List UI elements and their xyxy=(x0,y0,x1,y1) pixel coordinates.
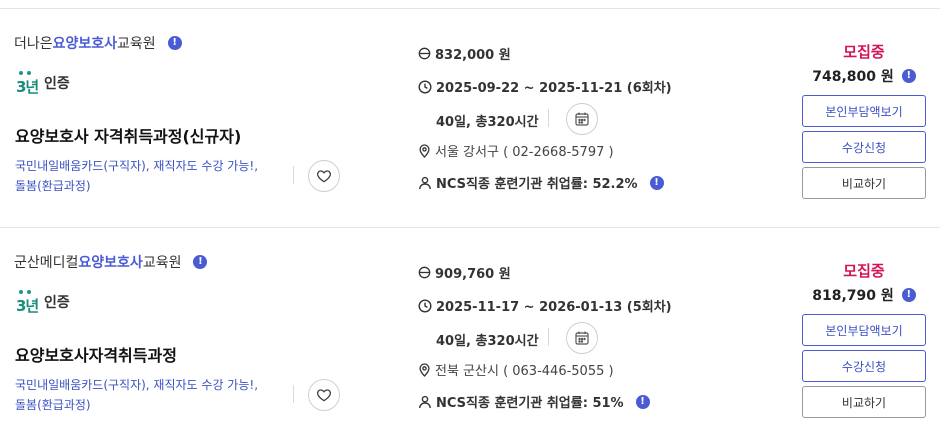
course-address: 서울 강서구 ( 02-2668-5797 ) xyxy=(418,141,614,160)
info-icon[interactable]: ! xyxy=(635,394,650,409)
separator xyxy=(548,109,549,127)
certification-icon: 3년 xyxy=(16,290,40,315)
heart-icon xyxy=(317,389,331,402)
course-tags: 국민내일배움카드(구직자), 재직자도 수강 가능!, 돌봄(환급과정) xyxy=(15,159,259,193)
course-period: 2025-11-17 ~ 2026-01-13 (5회차) xyxy=(418,296,672,315)
info-icon[interactable]: ! xyxy=(901,69,916,83)
course-period: 2025-09-22 ~ 2025-11-21 (6회차) xyxy=(418,77,672,96)
info-icon[interactable]: ! xyxy=(193,255,208,269)
status-badge: 모집중 xyxy=(843,262,885,280)
info-icon[interactable]: ! xyxy=(901,288,916,302)
separator xyxy=(293,166,294,184)
heart-icon xyxy=(317,170,331,183)
location-pin-icon xyxy=(419,362,430,377)
compare-button[interactable]: 비교하기 xyxy=(802,386,926,418)
wishlist-button[interactable] xyxy=(308,379,340,411)
course-card: 더나은 요양보호사 교육원 ! 3년 인증 요양보호사 자격취득과정(신규자) 국민… xyxy=(0,9,940,227)
info-icon[interactable]: ! xyxy=(649,175,664,190)
calendar-icon xyxy=(575,331,589,345)
apply-button[interactable]: 수강신청 xyxy=(802,350,926,382)
employment-rate: NCS직종 훈련기관 취업률: 51% ! xyxy=(418,392,650,411)
coin-icon xyxy=(418,47,431,60)
course-title[interactable]: 요양보호사 자격취득과정(신규자) xyxy=(15,123,241,147)
copay-button[interactable]: 본인부담액보기 xyxy=(802,314,926,346)
compare-button[interactable]: 비교하기 xyxy=(802,167,926,199)
clock-icon xyxy=(418,298,432,313)
course-hours: 40일, 총320시간 xyxy=(436,115,539,130)
calendar-button[interactable] xyxy=(566,322,598,354)
certification-badge: 3년 인증 xyxy=(16,71,70,96)
coin-icon xyxy=(418,266,431,279)
course-price: 832,000 원 xyxy=(418,44,511,63)
separator xyxy=(293,385,294,403)
calendar-icon xyxy=(575,112,589,126)
certification-badge: 3년 인증 xyxy=(16,290,70,315)
institution-name[interactable]: 군산메디컬 요양보호사 교육원 ! xyxy=(14,252,208,272)
person-icon xyxy=(419,395,431,408)
person-icon xyxy=(419,176,431,189)
employment-rate: NCS직종 훈련기관 취업률: 52.2% ! xyxy=(418,173,664,192)
wishlist-button[interactable] xyxy=(308,160,340,192)
discount-price: 748,800 원 ! xyxy=(802,66,926,86)
course-card: 군산메디컬 요양보호사 교육원 ! 3년 인증 요양보호사자격취득과정 국민내일배움… xyxy=(0,228,940,446)
status-badge: 모집중 xyxy=(843,43,885,61)
institution-name[interactable]: 더나은 요양보호사 교육원 ! xyxy=(14,33,182,53)
discount-price: 818,790 원 ! xyxy=(802,285,926,305)
course-title[interactable]: 요양보호사자격취득과정 xyxy=(15,342,177,366)
calendar-button[interactable] xyxy=(566,103,598,135)
copay-button[interactable]: 본인부담액보기 xyxy=(802,95,926,127)
course-tags: 국민내일배움카드(구직자), 재직자도 수강 가능!, 돌봄(환급과정) xyxy=(15,378,259,412)
separator xyxy=(548,328,549,346)
certification-icon: 3년 xyxy=(16,71,40,96)
course-address: 전북 군산시 ( 063-446-5055 ) xyxy=(418,360,614,379)
location-pin-icon xyxy=(419,143,430,158)
course-hours: 40일, 총320시간 xyxy=(436,334,539,349)
info-icon[interactable]: ! xyxy=(167,36,182,50)
clock-icon xyxy=(418,79,432,94)
apply-button[interactable]: 수강신청 xyxy=(802,131,926,163)
course-price: 909,760 원 xyxy=(418,263,511,282)
